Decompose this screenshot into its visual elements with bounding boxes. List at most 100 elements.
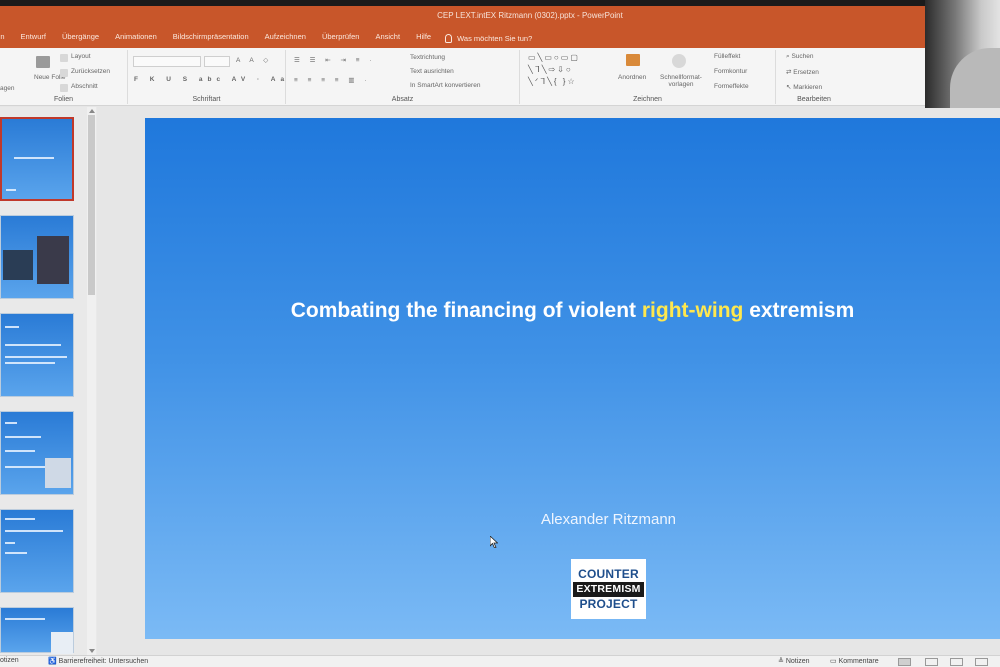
thumbnail-scrollbar[interactable] xyxy=(87,107,96,655)
tell-me-box[interactable]: Was möchten Sie tun? xyxy=(439,31,532,45)
notes-label: Notizen xyxy=(785,658,810,665)
thumbnail-image xyxy=(45,458,71,488)
slide-thumbnail-3[interactable] xyxy=(0,313,74,397)
font-size-buttons[interactable]: A A ◇ xyxy=(236,56,272,64)
replace-button[interactable]: ⇄ Ersetzen xyxy=(786,68,819,76)
thumbnail-line xyxy=(6,189,16,191)
quick-styles-button[interactable]: Schnellformat-vorlagen xyxy=(656,74,706,88)
thumbnail-line xyxy=(5,618,45,620)
thumbnail-image xyxy=(51,632,73,654)
tab-slideshow[interactable]: Bildschirmpräsentation xyxy=(165,31,257,45)
group-font-label: Schriftart xyxy=(192,96,221,103)
slide-thumbnail-1[interactable] xyxy=(0,117,74,201)
title-text-end: extremism xyxy=(743,299,855,322)
shape-outline-button[interactable]: Formkontur xyxy=(714,68,747,75)
find-button[interactable]: ⌕ Suchen xyxy=(786,53,814,61)
accessibility-text: Barrierefreiheit: Untersuchen xyxy=(58,658,149,665)
scroll-up-icon[interactable] xyxy=(89,109,95,113)
reset-button[interactable]: Zurücksetzen xyxy=(71,68,110,75)
comments-toggle[interactable]: ▭ Kommentare xyxy=(830,657,879,665)
notes-toggle[interactable]: ≜ Notizen xyxy=(778,657,810,665)
slideshow-view-button[interactable] xyxy=(975,658,988,666)
window-title: CEP LEXT.intEX Ritzmann (0302).pptx - Po… xyxy=(437,11,623,20)
tell-me-text: Was möchten Sie tun? xyxy=(457,33,533,43)
group-font: A A ◇ F K U S abc AV · Aa Schriftart xyxy=(128,50,286,104)
slide-thumbnail-6[interactable] xyxy=(0,607,74,654)
group-slides: agen Neue Folie Layout Zurücksetzen Absc… xyxy=(0,50,128,104)
thumbnail-line xyxy=(5,450,35,452)
align-buttons[interactable]: ≡ ≡ ≡ ≡ ▥ · xyxy=(294,76,371,84)
logo-line-3: PROJECT xyxy=(579,596,638,611)
group-drawing: ▭╲▭○▭▢ ╲ᒣ╲⇨⇩○ ╲ᐟᒣ╲{ }☆ Anordnen Schnellfor… xyxy=(520,50,776,104)
mouse-cursor-icon xyxy=(490,536,498,548)
thumbnail-line xyxy=(5,326,19,328)
tab-record[interactable]: Aufzeichnen xyxy=(257,31,314,45)
layout-button[interactable]: Layout xyxy=(71,53,91,60)
thumbnail-line xyxy=(5,436,41,438)
find-label: Suchen xyxy=(791,53,814,60)
group-slides-label: Folien xyxy=(53,96,74,103)
new-slide-icon xyxy=(36,56,50,68)
font-family-select[interactable] xyxy=(133,56,201,67)
status-notes-left[interactable]: otizen xyxy=(0,657,19,664)
list-buttons[interactable]: ☰ ☰ ⇤ ⇥ ≡ · xyxy=(294,56,376,64)
align-text-button[interactable]: Text ausrichten xyxy=(410,68,454,75)
slide-sorter-button[interactable] xyxy=(925,658,938,666)
title-highlight: right-wing xyxy=(641,299,744,322)
text-direction-button[interactable]: Textrichtung xyxy=(410,54,445,61)
tab-animations[interactable]: Animationen xyxy=(107,31,165,45)
thumbnail-line xyxy=(5,530,63,532)
group-drawing-label: Zeichnen xyxy=(633,96,662,103)
replace-label: Ersetzen xyxy=(793,69,819,76)
quick-styles-icon xyxy=(672,54,686,68)
accessibility-check[interactable]: ♿ Barrierefreiheit: Untersuchen xyxy=(48,657,148,665)
layout-icon xyxy=(60,54,68,62)
webcam-overlay xyxy=(925,0,1000,108)
font-size-select[interactable] xyxy=(204,56,230,67)
tab-help[interactable]: Hilfe xyxy=(408,31,439,45)
top-strip xyxy=(0,0,1000,6)
section-button[interactable]: Abschnitt xyxy=(71,83,98,90)
slide-title[interactable]: Combating the financing of violent right… xyxy=(145,299,1000,323)
paste-label[interactable]: agen xyxy=(0,85,14,92)
group-paragraph: ☰ ☰ ⇤ ⇥ ≡ · ≡ ≡ ≡ ≡ ▥ · Textrichtung Tex… xyxy=(286,50,520,104)
slide-thumbnail-4[interactable] xyxy=(0,411,74,495)
slide-canvas[interactable]: Combating the financing of violent right… xyxy=(145,118,1000,639)
ribbon-tabs: gen Entwurf Übergänge Animationen Bildsc… xyxy=(0,31,532,45)
thumbnail-line xyxy=(5,542,15,544)
thumbnail-image xyxy=(3,250,33,280)
scrollbar-thumb[interactable] xyxy=(88,115,95,295)
select-button[interactable]: ↖ Markieren xyxy=(786,83,822,91)
scroll-down-icon[interactable] xyxy=(89,649,95,653)
title-text-start: Combating the financing of violent xyxy=(290,299,642,322)
smartart-button[interactable]: In SmartArt konvertieren xyxy=(410,82,480,89)
reading-view-button[interactable] xyxy=(950,658,963,666)
slide-thumbnail-2[interactable] xyxy=(0,215,74,299)
thumbnail-line xyxy=(5,518,35,520)
tab-transitions[interactable]: Übergänge xyxy=(54,31,107,45)
slide-thumbnail-5[interactable] xyxy=(0,509,74,593)
slide-author[interactable]: Alexander Ritzmann xyxy=(145,511,1000,528)
tab-home[interactable]: gen xyxy=(0,31,13,45)
shape-fill-button[interactable]: Fülleffekt xyxy=(714,53,740,60)
logo-line-2: EXTREMISM xyxy=(573,581,644,597)
group-editing-label: Bearbeiten xyxy=(797,96,831,103)
thumbnail-line xyxy=(5,552,27,554)
webcam-person xyxy=(950,48,1000,108)
thumbnail-image xyxy=(37,236,69,284)
thumbnail-line xyxy=(5,422,17,424)
shapes-gallery[interactable]: ▭╲▭○▭▢ ╲ᒣ╲⇨⇩○ ╲ᐟᒣ╲{ }☆ xyxy=(528,52,608,90)
thumbnail-line xyxy=(5,344,61,346)
tab-view[interactable]: Ansicht xyxy=(367,31,408,45)
arrange-button[interactable]: Anordnen xyxy=(618,74,646,81)
tab-review[interactable]: Überprüfen xyxy=(314,31,368,45)
counter-extremism-project-logo: COUNTER EXTREMISM PROJECT xyxy=(571,559,646,619)
tab-design[interactable]: Entwurf xyxy=(13,31,54,45)
normal-view-button[interactable] xyxy=(898,658,911,666)
font-format-buttons[interactable]: F K U S abc AV · Aa xyxy=(134,76,289,83)
thumbnail-line xyxy=(5,466,45,468)
shape-effects-button[interactable]: Formeffekte xyxy=(714,83,749,90)
comments-label: Kommentare xyxy=(838,658,879,665)
group-paragraph-label: Absatz xyxy=(391,96,414,103)
logo-line-1: COUNTER xyxy=(578,566,639,581)
